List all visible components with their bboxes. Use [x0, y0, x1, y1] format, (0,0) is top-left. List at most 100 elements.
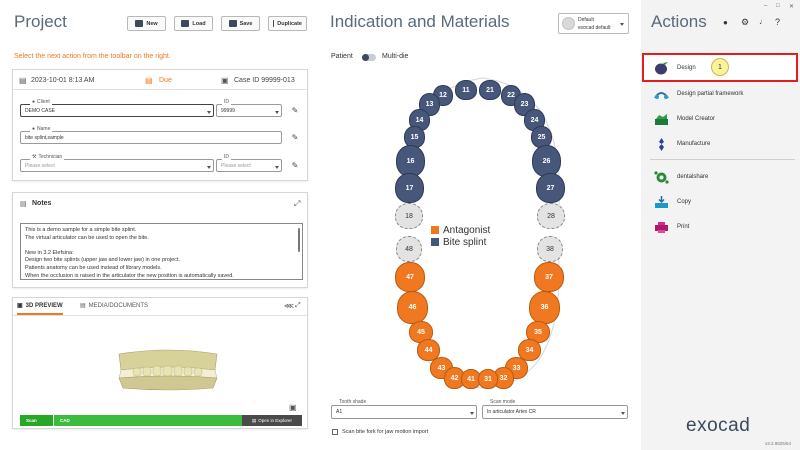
help-icon[interactable]: ?	[775, 17, 780, 27]
notes-card: ▤ Notes ⤢ This is a demo sample for a si…	[12, 192, 308, 288]
save-button[interactable]: Save	[221, 16, 260, 31]
duplicate-icon	[273, 20, 275, 27]
edit-client-icon[interactable]: ✎	[291, 107, 299, 115]
case-id: Case ID 99999-013	[234, 77, 295, 84]
tooth-27[interactable]: 27	[536, 173, 565, 203]
new-file-icon	[135, 20, 144, 27]
action-dentalshare[interactable]: dentalshare	[654, 168, 708, 186]
project-info-card: ▤ 2023-10-01 8:13 AM ▤ Due ▣ Case ID 999…	[12, 69, 308, 181]
step-badge: 1	[711, 58, 729, 76]
wrench-icon: ⚒	[32, 154, 37, 160]
load-button[interactable]: Load	[174, 16, 213, 31]
workflow-progress: Scan CAD ▤ Open in Explorer	[20, 415, 302, 426]
notes-scrollbar[interactable]	[298, 228, 300, 252]
action-design[interactable]: Design	[654, 59, 696, 77]
notes-line: When the occlusion is raised in the arti…	[25, 272, 234, 279]
chevron-down-icon	[275, 111, 279, 114]
chevron-down-icon	[275, 166, 279, 169]
patient-multidie-toggle[interactable]	[362, 54, 376, 61]
tooth-26[interactable]: 26	[532, 145, 561, 177]
action-model-creator[interactable]: Model Creator	[654, 110, 715, 128]
tab-media-documents[interactable]: ▤ MEDIA/DOCUMENTS	[80, 302, 148, 310]
legend-swatch	[431, 226, 439, 234]
expand-icon[interactable]: ⤢	[294, 199, 300, 209]
bell-icon[interactable]: ♩	[759, 17, 767, 26]
folder-icon: ▤	[251, 417, 257, 423]
version-text: v3.2.9825/64	[765, 441, 792, 446]
chevron-down-icon	[620, 23, 624, 26]
toggle-left-label: Patient	[331, 53, 353, 60]
notes-textarea[interactable]: This is a demo sample for a simple bite …	[20, 223, 303, 280]
scan-bite-fork-checkbox[interactable]: Scan bite fork for jaw motion import	[332, 429, 428, 435]
copy-icon	[654, 195, 669, 209]
chevron-down-icon	[207, 166, 211, 169]
tooth-37[interactable]: 37	[534, 262, 564, 292]
tooth-47[interactable]: 47	[395, 262, 425, 292]
chart-legend: Antagonist Bite splint	[431, 224, 490, 248]
hint-text: Select the next action from the toolbar …	[14, 53, 171, 60]
tooth-11[interactable]: 11	[455, 80, 477, 100]
action-manufacture[interactable]: Manufacture	[654, 135, 710, 153]
action-copy[interactable]: Copy	[654, 193, 691, 211]
preset-select[interactable]: Default exocad default	[558, 13, 629, 34]
focus-icon[interactable]: ▣	[289, 403, 297, 412]
user-icon: ●	[32, 99, 36, 105]
tooth-48[interactable]: 48	[396, 236, 422, 262]
due-label: Due	[159, 77, 172, 84]
tooth-46[interactable]: 46	[397, 291, 428, 324]
expand-icon[interactable]: ⤢	[295, 302, 301, 310]
toggle-right-label: Multi-die	[382, 53, 409, 60]
manufacture-icon	[654, 137, 669, 151]
model-creator-icon	[654, 113, 669, 126]
fit-view-icon[interactable]: ⋘	[284, 302, 294, 310]
scan-mode-select[interactable]: In articulator Artex CR Scan mode	[482, 399, 628, 419]
tooth-38[interactable]: 38	[537, 236, 563, 262]
action-print[interactable]: Print	[654, 218, 689, 236]
legend-swatch	[431, 238, 439, 246]
actions-title: Actions	[651, 12, 707, 31]
tooth-shade-select[interactable]: A1 Tooth shade	[331, 399, 477, 419]
notes-line: This is a demo sample for a simple bite …	[25, 227, 137, 233]
client-id-field[interactable]: 99999 ID	[216, 99, 282, 118]
duplicate-button[interactable]: Duplicate	[268, 16, 307, 31]
open-explorer-button[interactable]: ▤ Open in Explorer	[242, 415, 302, 426]
design-apple-icon	[654, 61, 669, 75]
tooth-21[interactable]: 21	[479, 80, 501, 100]
minimize-icon[interactable]: –	[764, 3, 767, 9]
preview-card: ▣ 3D PREVIEW ▤ MEDIA/DOCUMENTS ⋘ ⤢ ▣ Scan …	[12, 297, 308, 429]
notes-line	[25, 242, 298, 250]
tooth-31[interactable]: 31	[478, 369, 498, 389]
maximize-icon[interactable]: □	[776, 3, 780, 9]
partial-framework-icon	[654, 88, 669, 101]
tooth-36[interactable]: 36	[529, 291, 560, 324]
due-icon: ▤	[145, 76, 153, 85]
chevron-down-icon	[621, 412, 625, 415]
edit-technician-icon[interactable]: ✎	[291, 162, 299, 170]
folder-icon	[181, 20, 190, 27]
project-date: 2023-10-01 8:13 AM	[31, 77, 95, 84]
tooth-28[interactable]: 28	[537, 203, 565, 229]
cube-icon: ▣	[17, 303, 23, 309]
exocad-logo: exocad	[686, 415, 751, 436]
tab-3d-preview[interactable]: ▣ 3D PREVIEW	[17, 302, 63, 315]
client-field[interactable]: DEMO CASE ● Client	[20, 99, 214, 118]
gear-icon[interactable]: ⚙	[741, 17, 749, 28]
technician-id-field[interactable]: Please select ID	[216, 154, 282, 173]
indication-title: Indication and Materials	[330, 12, 510, 31]
edit-name-icon[interactable]: ✎	[291, 134, 299, 142]
calendar-icon: ▤	[19, 76, 27, 85]
preset-icon	[562, 17, 575, 30]
printer-icon	[654, 221, 669, 234]
chevron-down-icon	[207, 111, 211, 114]
name-field[interactable]: bite splint,sample ● Name	[20, 126, 282, 145]
notes-icon: ▤	[20, 201, 27, 208]
3d-jaw-model[interactable]	[113, 348, 223, 392]
close-icon[interactable]: ✕	[789, 3, 794, 10]
technician-field[interactable]: Please select ⚒ Technician	[20, 154, 214, 173]
tooth-18[interactable]: 18	[395, 203, 423, 229]
user-icon[interactable]: ●	[723, 18, 728, 27]
tooth-17[interactable]: 17	[395, 173, 424, 203]
action-design-partial-framework[interactable]: Design partial framework	[654, 85, 743, 103]
progress-cad: CAD	[53, 415, 242, 426]
new-button[interactable]: New	[127, 16, 166, 31]
